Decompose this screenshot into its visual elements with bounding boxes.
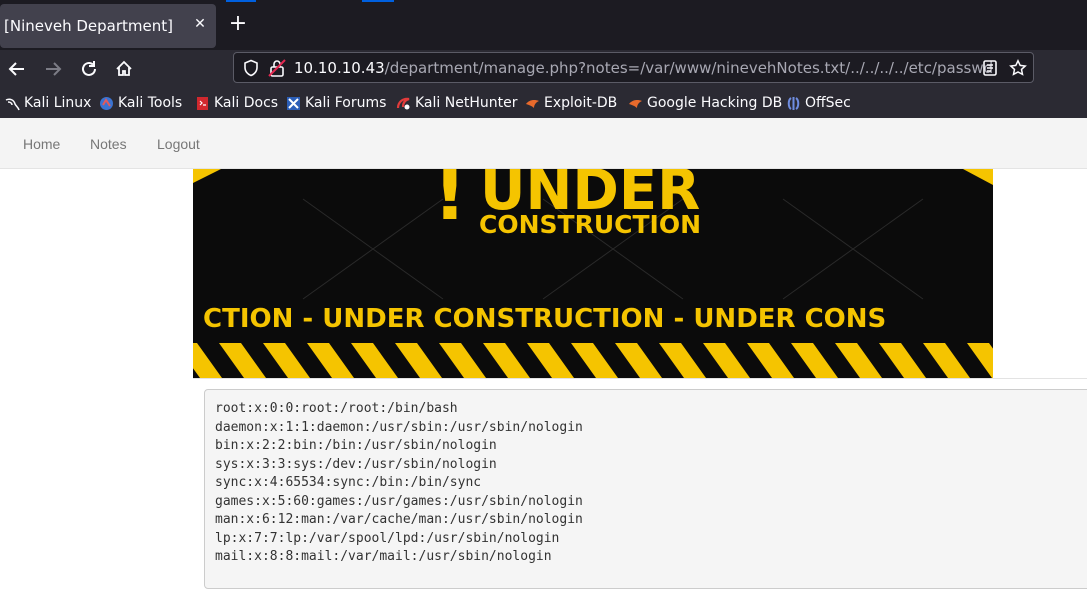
bookmark-kali-forums[interactable]: Kali Forums [286,93,386,113]
url-host: 10.10.10.43 [294,59,385,77]
site-navbar: Home Notes Logout [0,118,1087,169]
new-tab-button[interactable]: + [226,12,250,36]
nav-link-notes[interactable]: Notes [90,136,127,152]
bookmark-label: Kali Tools [118,95,183,111]
kali-dragon-icon [5,97,20,110]
bookmark-kali-linux[interactable]: Kali Linux [5,93,91,113]
kali-tools-icon [100,96,113,110]
banner-subheading: CONSTRUCTION [479,210,701,239]
passwd-line: root:x:0:0:root:/root:/bin/bash [215,401,458,416]
under-construction-banner: ! UNDER CONSTRUCTION CTION - UNDER CONST… [193,169,993,378]
reload-icon [82,61,96,76]
bookmark-label: Kali NetHunter [415,95,518,111]
passwd-line: bin:x:2:2:bin:/bin:/usr/sbin/nologin [215,438,497,453]
back-arrow-icon [8,62,24,76]
tab-strip-accent [226,0,256,2]
bookmark-google-hacking-db[interactable]: Google Hacking DB [628,93,782,113]
hazard-stripes [193,343,993,378]
passwd-line: daemon:x:1:1:daemon:/usr/sbin:/usr/sbin/… [215,419,583,435]
ghdb-icon [629,99,642,108]
back-button[interactable] [4,56,30,82]
bookmark-label: OffSec [805,95,851,111]
home-icon [116,60,132,76]
reload-button[interactable] [76,56,102,82]
tab-strip-accent [362,0,394,2]
banner-ribbon-text: CTION - UNDER CONSTRUCTION - UNDER CONS [203,304,886,334]
passwd-line: man:x:6:12:man:/var/cache/man:/usr/sbin/… [215,512,583,527]
url-path: /department/manage.php?notes=/var/www/ni… [384,59,994,77]
notes-content: root:x:0:0:root:/root:/bin/bash daemon:x:… [215,400,583,567]
under-construction-image: ! UNDER CONSTRUCTION CTION - UNDER CONST… [193,169,993,378]
browser-tab-active[interactable]: [Nineveh Department] ✕ [0,4,216,48]
nethunter-icon [396,97,410,109]
passwd-line: mail:x:8:8:mail:/var/mail:/usr/sbin/nolo… [215,549,552,564]
kali-forums-icon [287,96,300,110]
bookmark-exploit-db[interactable]: Exploit-DB [525,93,617,113]
bookmark-offsec[interactable]: OffSec [786,93,851,113]
bookmark-kali-tools[interactable]: Kali Tools [99,93,182,113]
kali-docs-icon [197,96,208,110]
nav-link-logout[interactable]: Logout [157,136,200,152]
tab-strip: [Nineveh Department] ✕ + [0,0,1087,50]
offsec-icon [787,96,800,110]
tab-close-icon[interactable]: ✕ [190,14,210,34]
bookmark-star-icon[interactable] [1009,59,1027,77]
forward-arrow-icon [46,62,62,76]
bookmark-label: Kali Linux [24,95,92,111]
bookmark-label: Kali Docs [214,95,279,111]
notes-output-box: root:x:0:0:root:/root:/bin/bash daemon:x:… [204,389,1087,589]
url-text[interactable]: 10.10.10.43/department/manage.php?notes=… [294,59,993,77]
passwd-line: lp:x:7:7:lp:/var/spool/lpd:/usr/sbin/nol… [215,530,560,546]
bookmark-label: Google Hacking DB [647,95,783,111]
exclamation-mark: ! [433,169,467,237]
bookmark-label: Kali Forums [305,95,387,111]
insecure-lock-icon[interactable] [268,59,286,77]
bookmarks-toolbar: Kali Linux Kali Tools Kali Docs Kali For… [0,88,1087,118]
bookmark-kali-docs[interactable]: Kali Docs [195,93,278,113]
bookmark-label: Exploit-DB [544,95,618,111]
nav-link-home[interactable]: Home [23,136,60,152]
shield-icon[interactable] [242,59,260,77]
passwd-line: sync:x:4:65534:sync:/bin:/bin/sync [215,475,482,490]
home-button[interactable] [111,56,137,82]
exploit-db-icon [526,99,539,108]
tab-title: [Nineveh Department] [4,17,173,35]
bookmark-kali-nethunter[interactable]: Kali NetHunter [396,93,517,113]
url-bar[interactable]: 10.10.10.43/department/manage.php?notes=… [233,52,1034,83]
reader-view-icon[interactable] [981,59,999,77]
passwd-line: games:x:5:60:games:/usr/games:/usr/sbin/… [215,493,583,509]
forward-button[interactable] [40,56,66,82]
passwd-line: sys:x:3:3:sys:/dev:/usr/sbin/nologin [215,456,497,472]
